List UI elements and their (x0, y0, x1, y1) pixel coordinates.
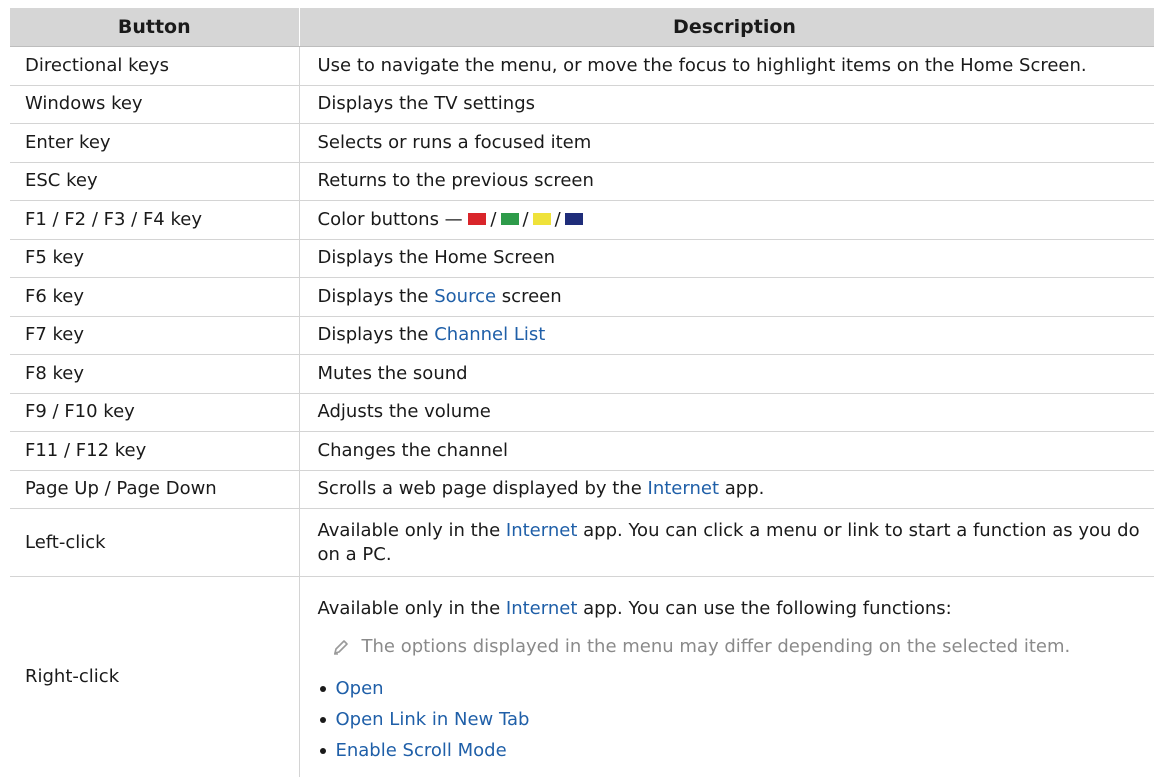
green-swatch (500, 212, 519, 225)
button-cell: F11 / F12 key (10, 431, 300, 471)
enable-scroll-mode-link[interactable]: Enable Scroll Mode (318, 735, 1154, 766)
table-row: F9 / F10 key Adjusts the volume (10, 393, 1154, 432)
right-click-intro: Available only in the Internet app. You … (318, 597, 1154, 621)
column-header-button: Button (10, 8, 300, 47)
description-cell: Displays the Home Screen (299, 239, 1154, 278)
description-text: Scrolls a web page displayed by the (317, 478, 642, 500)
description-text: Displays the (317, 285, 429, 307)
button-cell: Directional keys (10, 46, 300, 86)
description-cell: Available only in the Internet app. You … (299, 508, 1154, 577)
description-cell: Scrolls a web page displayed by the Inte… (299, 470, 1154, 509)
button-cell: Right-click (10, 576, 300, 777)
red-swatch (468, 212, 487, 225)
button-cell: ESC key (10, 162, 300, 201)
function-list: Open Open Link in New Tab Enable Scroll … (318, 673, 1154, 766)
button-cell: F9 / F10 key (10, 393, 300, 432)
button-cell: Left-click (10, 508, 300, 577)
table-row: F11 / F12 key Changes the channel (10, 431, 1154, 471)
table-row: F6 key Displays the Source screen (10, 277, 1154, 317)
open-link-in-new-tab-link[interactable]: Open Link in New Tab (318, 704, 1154, 735)
color-buttons-label: Color buttons — (317, 208, 463, 230)
description-text: Available only in the (317, 597, 501, 619)
description-cell: Displays the TV settings (299, 85, 1154, 124)
table-row: Enter key Selects or runs a focused item (10, 123, 1154, 163)
description-cell: Displays the Source screen (299, 277, 1154, 317)
separator: / (490, 208, 497, 230)
internet-link[interactable]: Internet (648, 478, 719, 499)
right-click-content: Available only in the Internet app. You … (318, 589, 1154, 766)
table-row: Windows key Displays the TV settings (10, 85, 1154, 124)
table-header-row: Button Description (10, 8, 1154, 47)
keyboard-function-table: Button Description Directional keys Use … (10, 8, 1154, 777)
description-text: Available only in the (317, 519, 501, 541)
description-text: screen (501, 285, 562, 307)
table-row: Directional keys Use to navigate the men… (10, 46, 1154, 86)
description-cell: Selects or runs a focused item (299, 123, 1154, 163)
pencil-icon (333, 639, 348, 655)
note: The options displayed in the menu may di… (318, 635, 1154, 659)
description-cell: Mutes the sound (299, 354, 1154, 394)
column-header-description: Description (299, 8, 1154, 47)
description-cell: Color buttons — / / / (299, 200, 1154, 240)
separator: / (554, 208, 561, 230)
button-cell: F1 / F2 / F3 / F4 key (10, 200, 300, 240)
table-row: Right-click Available only in the Intern… (10, 576, 1154, 778)
table-row: F1 / F2 / F3 / F4 key Color buttons — / /… (10, 200, 1154, 240)
channel-list-link[interactable]: Channel List (434, 324, 545, 345)
description-cell: Adjusts the volume (299, 393, 1154, 432)
button-cell: F6 key (10, 277, 300, 317)
table-row: Left-click Available only in the Interne… (10, 508, 1154, 577)
description-text: app. (724, 478, 765, 500)
description-cell: Returns to the previous screen (299, 162, 1154, 201)
button-cell: F5 key (10, 239, 300, 278)
description-cell: Changes the channel (299, 431, 1154, 471)
blue-swatch (564, 212, 583, 225)
table-row: Page Up / Page Down Scrolls a web page d… (10, 470, 1154, 509)
note-text: The options displayed in the menu may di… (361, 635, 1071, 657)
separator: / (522, 208, 529, 230)
description-cell: Use to navigate the menu, or move the fo… (299, 46, 1154, 86)
yellow-swatch (532, 212, 551, 225)
internet-link[interactable]: Internet (506, 598, 577, 619)
open-link[interactable]: Open (318, 673, 1154, 704)
button-cell: Windows key (10, 85, 300, 124)
table-row: F7 key Displays the Channel List (10, 316, 1154, 355)
button-cell: Enter key (10, 123, 300, 163)
description-cell: Displays the Channel List (299, 316, 1154, 355)
button-cell: Page Up / Page Down (10, 470, 300, 509)
table-row: ESC key Returns to the previous screen (10, 162, 1154, 201)
description-text: app. You can use the following functions… (583, 597, 952, 619)
table-row: F8 key Mutes the sound (10, 354, 1154, 394)
button-cell: F8 key (10, 354, 300, 394)
internet-link[interactable]: Internet (506, 520, 577, 541)
button-cell: F7 key (10, 316, 300, 355)
table-row: F5 key Displays the Home Screen (10, 239, 1154, 278)
source-link[interactable]: Source (434, 286, 496, 307)
description-text: Displays the (317, 324, 429, 346)
description-cell: Available only in the Internet app. You … (299, 577, 1154, 778)
